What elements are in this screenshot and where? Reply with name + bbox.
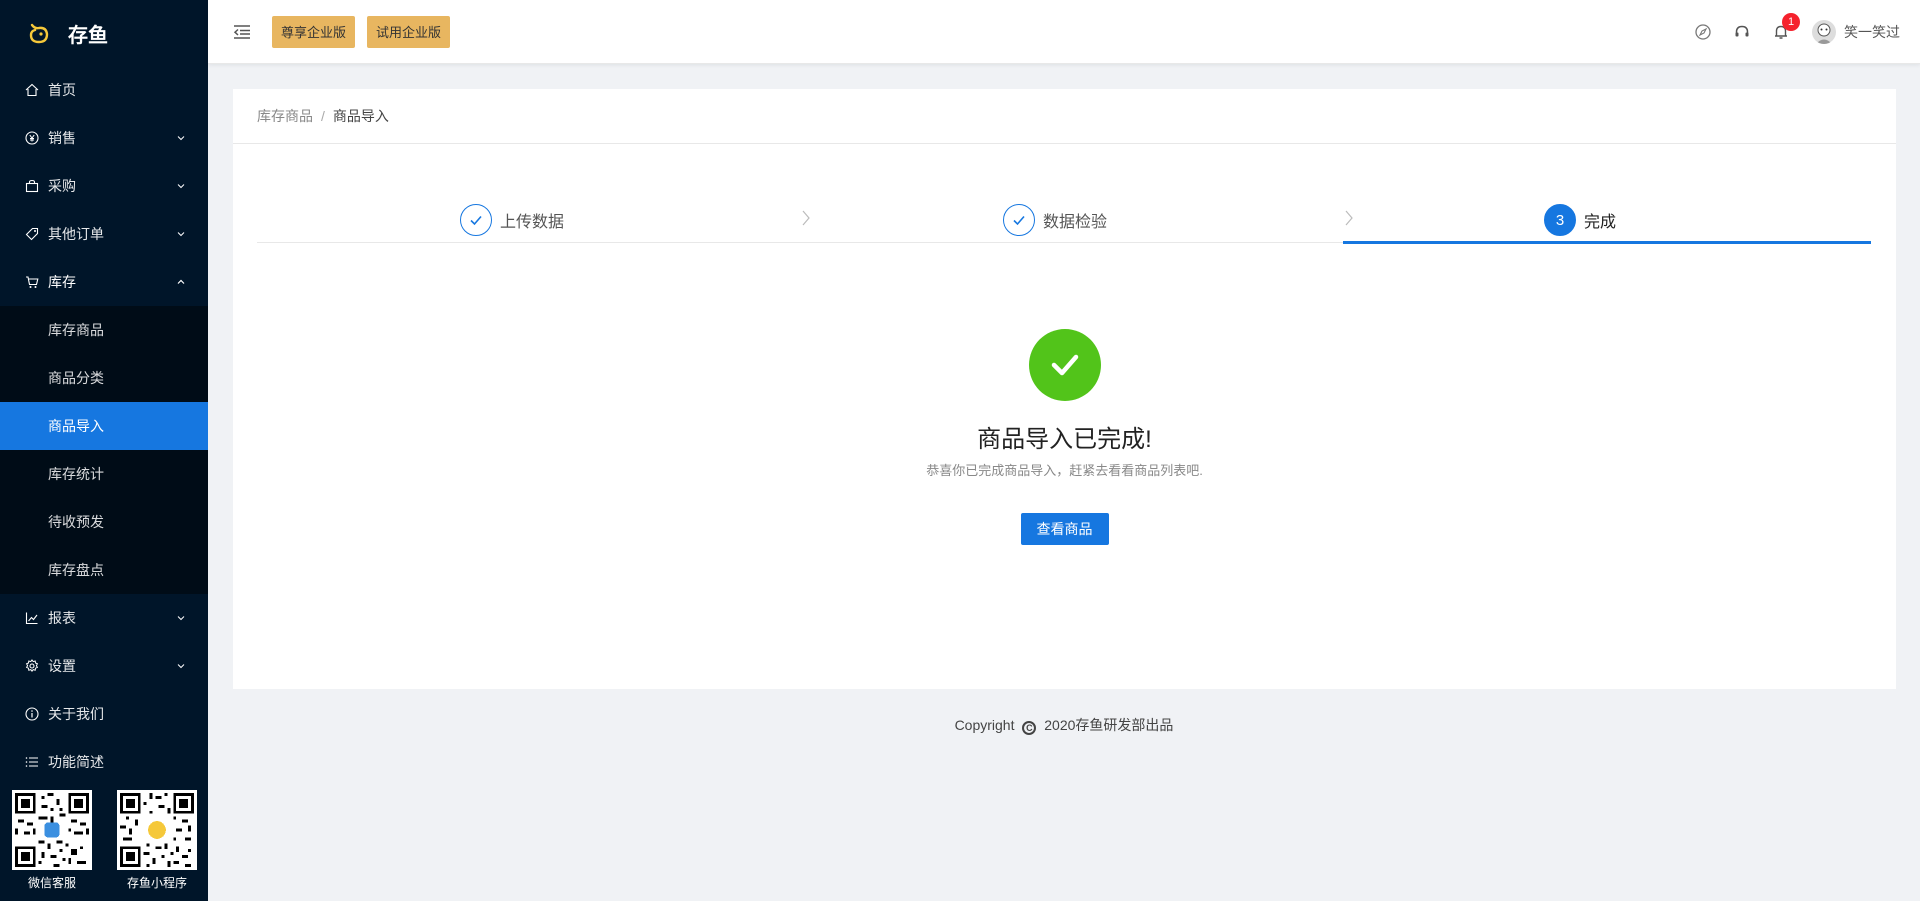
qr-wechat-service: 微信客服 bbox=[12, 790, 92, 891]
menu-item-settings[interactable]: 设置 bbox=[0, 642, 208, 690]
step-check-icon bbox=[1003, 204, 1035, 236]
chevron-right-icon bbox=[802, 210, 810, 226]
chevron-down-icon bbox=[177, 616, 185, 621]
menu-label: 销售 bbox=[48, 130, 76, 146]
submenu-item-stocktaking[interactable]: 库存盘点 bbox=[0, 546, 208, 594]
info-icon bbox=[24, 706, 40, 722]
step-check-icon bbox=[460, 204, 492, 236]
logo[interactable]: 存鱼 bbox=[0, 0, 208, 66]
top-header: 尊享企业版 试用企业版 1 笑一笑过 bbox=[208, 0, 1920, 64]
wechat-qr-code bbox=[12, 790, 92, 870]
footer-prefix: Copyright bbox=[954, 717, 1015, 733]
view-goods-button[interactable]: 查看商品 bbox=[1020, 513, 1109, 545]
list-icon bbox=[24, 754, 40, 770]
avatar[interactable] bbox=[1812, 20, 1836, 44]
step-data-validation: 数据检验 bbox=[1003, 197, 1107, 243]
step-title: 数据检验 bbox=[1043, 214, 1108, 231]
headset-icon[interactable] bbox=[1733, 23, 1751, 41]
tag-icon bbox=[24, 226, 40, 242]
menu-item-sales[interactable]: 销售 bbox=[0, 114, 208, 162]
qr-mini-program: 存鱼小程序 bbox=[117, 790, 197, 891]
step-title: 上传数据 bbox=[500, 214, 565, 231]
menu-label: 设置 bbox=[48, 658, 76, 674]
menu-label: 采购 bbox=[48, 178, 76, 194]
menu-label: 库存 bbox=[48, 274, 76, 290]
cart-icon bbox=[24, 274, 40, 290]
menu-label: 功能简述 bbox=[48, 754, 104, 770]
menu-label: 关于我们 bbox=[48, 706, 104, 722]
chevron-down-icon bbox=[177, 232, 185, 237]
submenu-item-pending[interactable]: 待收预发 bbox=[0, 498, 208, 546]
chevron-right-icon bbox=[1345, 210, 1353, 226]
menu-item-features[interactable]: 功能简述 bbox=[0, 738, 208, 786]
menu-item-inventory[interactable]: 库存 bbox=[0, 258, 208, 306]
chevron-down-icon bbox=[177, 664, 185, 669]
chevron-up-icon bbox=[177, 279, 185, 284]
menu-fold-icon[interactable] bbox=[232, 22, 252, 42]
qr-label: 存鱼小程序 bbox=[126, 876, 187, 890]
notification-bell[interactable]: 1 bbox=[1772, 13, 1800, 41]
submenu-item-inventory-goods[interactable]: 库存商品 bbox=[0, 306, 208, 354]
menu-item-reports[interactable]: 报表 bbox=[0, 594, 208, 642]
menu-item-home[interactable]: 首页 bbox=[0, 66, 208, 114]
active-step-indicator bbox=[1343, 241, 1871, 244]
breadcrumb: 库存商品 / 商品导入 bbox=[233, 89, 1896, 144]
breadcrumb-current: 商品导入 bbox=[332, 108, 389, 124]
chevron-down-icon bbox=[177, 184, 185, 189]
step-title: 完成 bbox=[1584, 214, 1617, 231]
breadcrumb-separator: / bbox=[321, 108, 325, 124]
footer: Copyright C 2020存鱼研发部出品 bbox=[208, 715, 1920, 735]
mini-program-qr-code bbox=[117, 790, 197, 870]
app-name: 存鱼 bbox=[68, 24, 108, 47]
compass-icon[interactable] bbox=[1694, 23, 1712, 41]
menu-label: 其他订单 bbox=[48, 226, 104, 242]
import-steps: 上传数据 数据检验 3 完成 bbox=[257, 197, 1871, 244]
home-icon bbox=[24, 82, 40, 98]
result-subtitle: 恭喜你已完成商品导入，赶紧去看看商品列表吧. bbox=[926, 463, 1203, 478]
menu-item-about[interactable]: 关于我们 bbox=[0, 690, 208, 738]
notification-count-badge: 1 bbox=[1782, 13, 1800, 31]
gear-icon bbox=[24, 658, 40, 674]
yen-icon bbox=[24, 130, 40, 146]
step-upload-data: 上传数据 bbox=[460, 197, 564, 243]
premium-edition-button[interactable]: 尊享企业版 bbox=[272, 15, 356, 48]
result-panel: 商品导入已完成! 恭喜你已完成商品导入，赶紧去看看商品列表吧. 查看商品 bbox=[233, 329, 1896, 545]
submenu-item-inventory-stats[interactable]: 库存统计 bbox=[0, 450, 208, 498]
step-complete: 3 完成 bbox=[1544, 197, 1616, 243]
menu-label: 报表 bbox=[48, 610, 76, 626]
menu-item-other-orders[interactable]: 其他订单 bbox=[0, 210, 208, 258]
menu-label: 首页 bbox=[48, 82, 76, 98]
username[interactable]: 笑一笑过 bbox=[1844, 22, 1900, 42]
chevron-down-icon bbox=[177, 136, 185, 141]
submenu-item-goods-import[interactable]: 商品导入 bbox=[0, 402, 208, 450]
trial-edition-button[interactable]: 试用企业版 bbox=[367, 15, 451, 48]
sidebar: 存鱼 首页 销售 采购 其他订单 库存 库存商品 商品分类 商品导入 库存统计 … bbox=[0, 0, 208, 901]
copyright-icon: C bbox=[1022, 721, 1037, 735]
result-title: 商品导入已完成! bbox=[977, 426, 1152, 453]
header-actions: 1 笑一笑过 bbox=[1673, 0, 1900, 64]
qr-codes: 微信客服 存鱼小程序 bbox=[12, 790, 197, 891]
step-number: 3 bbox=[1544, 204, 1576, 236]
submenu-item-goods-category[interactable]: 商品分类 bbox=[0, 354, 208, 402]
success-icon bbox=[1028, 329, 1101, 401]
fish-logo-icon bbox=[29, 23, 49, 44]
menu-item-purchase[interactable]: 采购 bbox=[0, 162, 208, 210]
breadcrumb-parent[interactable]: 库存商品 bbox=[257, 106, 313, 126]
inventory-submenu: 库存商品 商品分类 商品导入 库存统计 待收预发 库存盘点 bbox=[0, 306, 208, 594]
bag-icon bbox=[24, 178, 40, 194]
footer-text: 2020存鱼研发部出品 bbox=[1044, 717, 1174, 733]
import-card: 库存商品 / 商品导入 上传数据 数据检验 3 完成 商品导入已完成! 恭喜你已… bbox=[233, 89, 1896, 689]
qr-label: 微信客服 bbox=[27, 876, 76, 890]
chart-icon bbox=[24, 610, 40, 626]
